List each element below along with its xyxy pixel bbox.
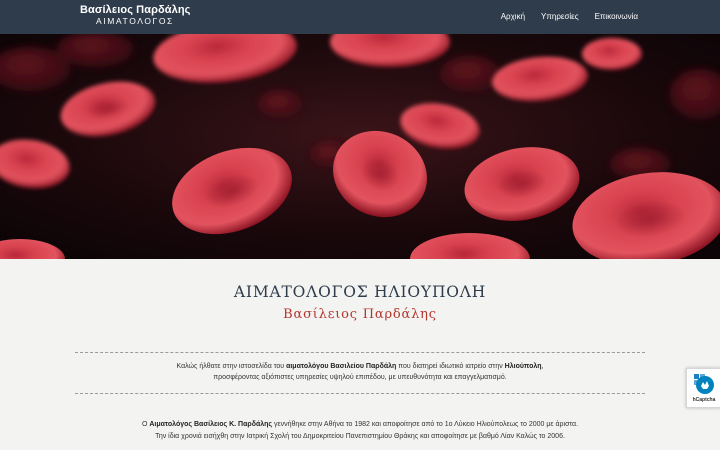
intro-text-3: , [541,363,544,370]
brand-subtitle: ΑΙΜΑΤΟΛΟΓΟΣ [96,16,174,26]
bio-paragraph: Ο Αιματολόγος Βασίλειος Κ. Παρδάλης γενν… [60,419,660,443]
bio-text-2: γεννήθηκε στην Αθήνα το 1982 και αποφοίτ… [272,421,579,428]
nav-link-services[interactable]: Υπηρεσίες [541,12,579,21]
main-nav: Αρχική Υπηρεσίες Επικοινωνία [501,12,638,21]
intro-paragraph: Καλώς ήλθατε στην ιστοσελίδα του αιματολ… [75,361,645,383]
intro-bold-doctor: αιματολόγου Βασιλείου Παρδάλη [286,363,397,370]
bio-text-3: Την ίδια χρονιά εισήχθη στην Ιατρική Σχο… [155,433,565,440]
intro-text-line2: προσφέροντας αξιόπιστες υπηρεσίες υψηλού… [213,374,507,381]
nav-link-home[interactable]: Αρχική [501,12,525,21]
top-navbar: Βασίλειος Παρδάλης ΑΙΜΑΤΟΛΟΓΟΣ Αρχική Υπ… [0,0,720,34]
intro-text-1: Καλώς ήλθατε στην ιστοσελίδα του [176,363,287,370]
divider-top [75,352,645,353]
hcaptcha-badge[interactable]: hCaptcha [686,368,720,408]
page-subtitle: Βασίλειος Παρδάλης [283,307,437,322]
site-logo[interactable]: Βασίλειος Παρδάλης ΑΙΜΑΤΟΛΟΓΟΣ [80,5,190,26]
intro-text-2: που διατηρεί ιδιωτικό ιατρείο στην [396,363,505,370]
hcaptcha-label: hCaptcha [692,397,716,403]
brand-name: Βασίλειος Παρδάλης [80,4,191,16]
intro-bold-location: Ηλιούπολη [504,363,542,370]
nav-link-contact[interactable]: Επικοινωνία [595,12,638,21]
hero-image-red-blood-cells [0,34,720,259]
page-title: ΑΙΜΑΤΟΛΟΓΟΣ ΗΛΙΟΥΠΟΛΗ [233,283,487,301]
bio-bold-doctor: Αιματολόγος Βασίλειος Κ. Παρδάλης [149,421,273,428]
divider-bottom [75,393,645,394]
